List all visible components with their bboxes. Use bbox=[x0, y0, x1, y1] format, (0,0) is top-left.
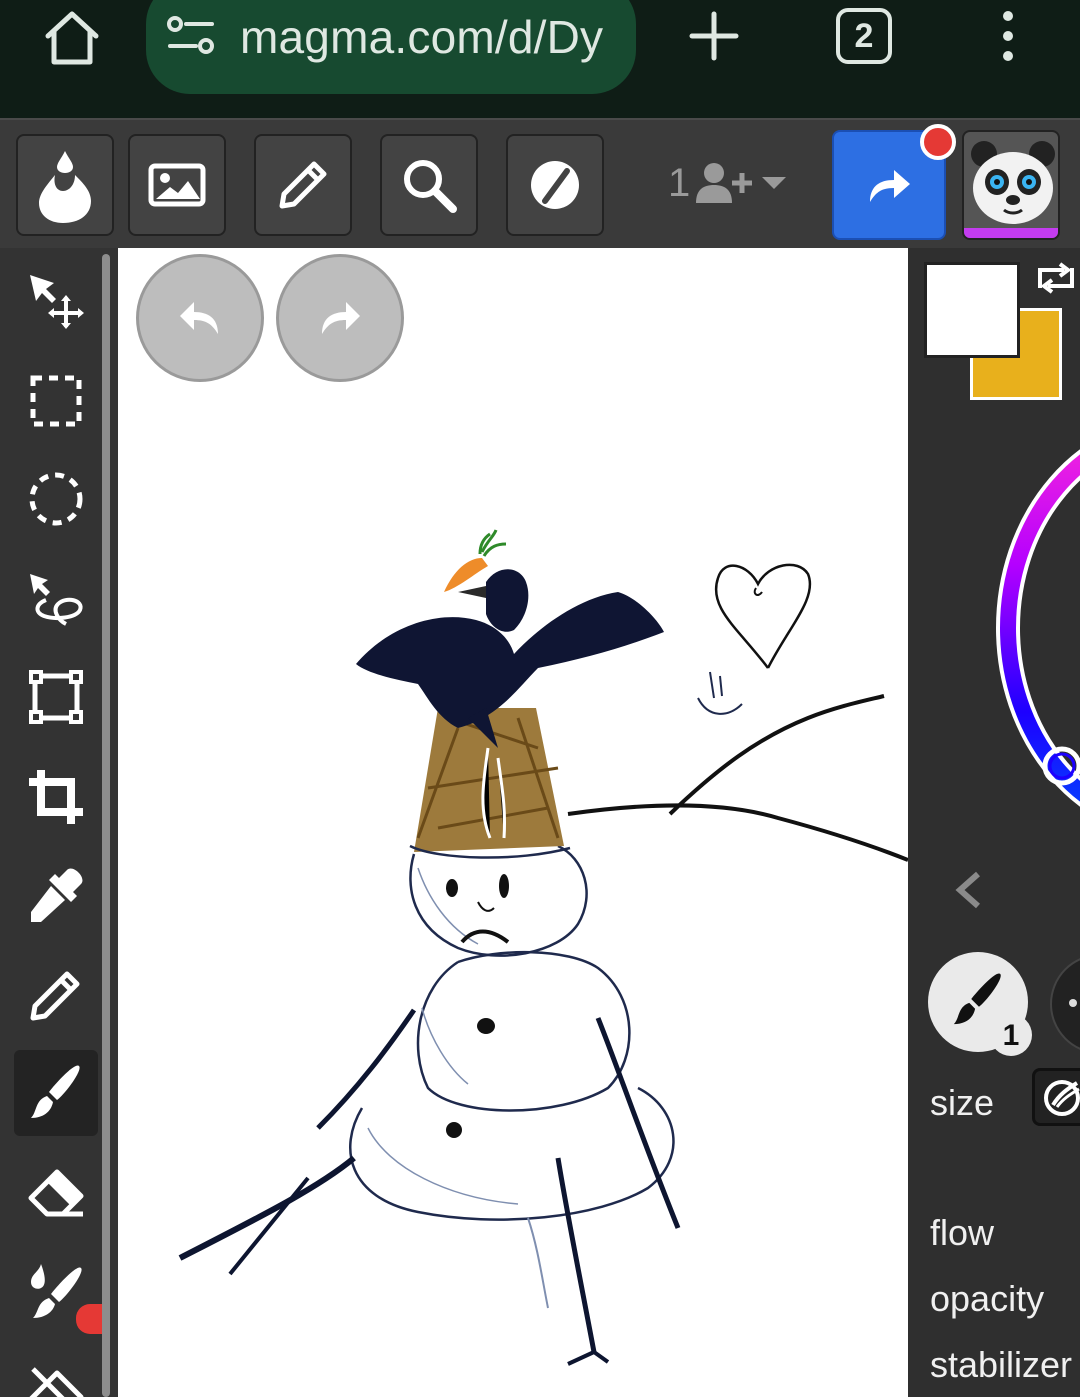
brush-icon bbox=[31, 1065, 80, 1118]
chevron-down-icon bbox=[762, 177, 787, 189]
ellipse-select-icon bbox=[29, 472, 83, 526]
search-icon bbox=[404, 160, 457, 213]
undo-icon bbox=[180, 302, 218, 334]
brush-tool[interactable] bbox=[14, 1050, 98, 1136]
app-menu-button[interactable] bbox=[16, 134, 114, 236]
rect-select-tool[interactable] bbox=[14, 358, 98, 444]
move-tool[interactable] bbox=[14, 258, 98, 344]
brush-preset-button-2[interactable] bbox=[1050, 954, 1080, 1054]
redo-icon bbox=[322, 302, 360, 334]
transform-icon bbox=[29, 670, 83, 724]
eraser-icon bbox=[28, 1169, 84, 1217]
pencil-icon bbox=[30, 971, 80, 1021]
new-tab-icon[interactable] bbox=[686, 8, 742, 64]
home-icon[interactable] bbox=[40, 8, 104, 68]
tool-indicator-badge bbox=[76, 1304, 102, 1334]
eraser-tool[interactable] bbox=[14, 1150, 98, 1236]
collaborator-count: 1 bbox=[668, 160, 691, 205]
dot-icon bbox=[1069, 999, 1077, 1007]
redo-button[interactable] bbox=[276, 254, 404, 382]
site-settings-icon[interactable] bbox=[166, 14, 218, 58]
avatar[interactable] bbox=[962, 130, 1060, 240]
notification-badge bbox=[920, 124, 956, 160]
primary-color-swatch[interactable] bbox=[924, 262, 1020, 358]
chevron-left-icon[interactable] bbox=[952, 870, 984, 910]
eyedropper-icon bbox=[31, 868, 83, 922]
zoom-button[interactable] bbox=[380, 134, 478, 236]
swap-colors-icon[interactable] bbox=[1034, 260, 1078, 296]
pressure-toggle-button[interactable] bbox=[1032, 1068, 1080, 1126]
pressure-icon bbox=[1044, 1080, 1080, 1116]
lasso-icon bbox=[30, 574, 83, 626]
pencil-tool[interactable] bbox=[14, 952, 98, 1038]
stabilizer-label: stabilizer bbox=[930, 1344, 1073, 1385]
flow-label: flow bbox=[930, 1212, 995, 1253]
pencil-icon bbox=[279, 161, 327, 209]
share-arrow-icon bbox=[870, 170, 910, 202]
fill-eraser-icon bbox=[29, 1367, 84, 1397]
transform-tool[interactable] bbox=[14, 654, 98, 740]
edit-button[interactable] bbox=[254, 134, 352, 236]
opacity-label: opacity bbox=[930, 1278, 1045, 1319]
fill-eraser-tool[interactable] bbox=[14, 1344, 98, 1397]
more-menu-icon[interactable] bbox=[990, 6, 1026, 66]
drop-icon bbox=[39, 151, 91, 223]
size-label: size bbox=[930, 1082, 995, 1123]
browser-bar: magma.com/d/Dy 2 bbox=[0, 0, 1080, 118]
add-user-icon bbox=[696, 163, 753, 203]
brush-number-badge: 1 bbox=[990, 1014, 1032, 1056]
undo-button[interactable] bbox=[136, 254, 264, 382]
drawing-canvas[interactable] bbox=[118, 248, 908, 1397]
image-icon bbox=[148, 163, 206, 207]
lasso-tool[interactable] bbox=[14, 556, 98, 642]
eyedropper-tool[interactable] bbox=[14, 852, 98, 938]
panda-avatar-icon bbox=[971, 141, 1055, 224]
rect-select-icon bbox=[30, 375, 82, 427]
tab-switcher-button[interactable]: 2 bbox=[836, 8, 892, 64]
collaborators-menu[interactable]: 1 bbox=[668, 158, 788, 208]
view-toggle-button[interactable] bbox=[506, 134, 604, 236]
crop-icon bbox=[29, 770, 83, 824]
app-toolbar: 1 bbox=[0, 118, 1080, 248]
tool-panel-scrollbar[interactable] bbox=[102, 254, 110, 1397]
hue-wheel[interactable] bbox=[992, 408, 1080, 848]
move-icon bbox=[30, 275, 84, 329]
crop-tool[interactable] bbox=[14, 754, 98, 840]
address-bar[interactable]: magma.com/d/Dy bbox=[146, 0, 636, 94]
color-brush-panel: 1 size flow opacity stabilizer bbox=[908, 248, 1080, 1397]
ellipse-select-tool[interactable] bbox=[14, 456, 98, 542]
image-button[interactable] bbox=[128, 134, 226, 236]
user-color-bar bbox=[964, 228, 1058, 238]
circle-slash-icon bbox=[531, 161, 579, 209]
canvas-artwork bbox=[178, 529, 908, 1366]
url-text[interactable]: magma.com/d/Dy bbox=[240, 10, 603, 64]
